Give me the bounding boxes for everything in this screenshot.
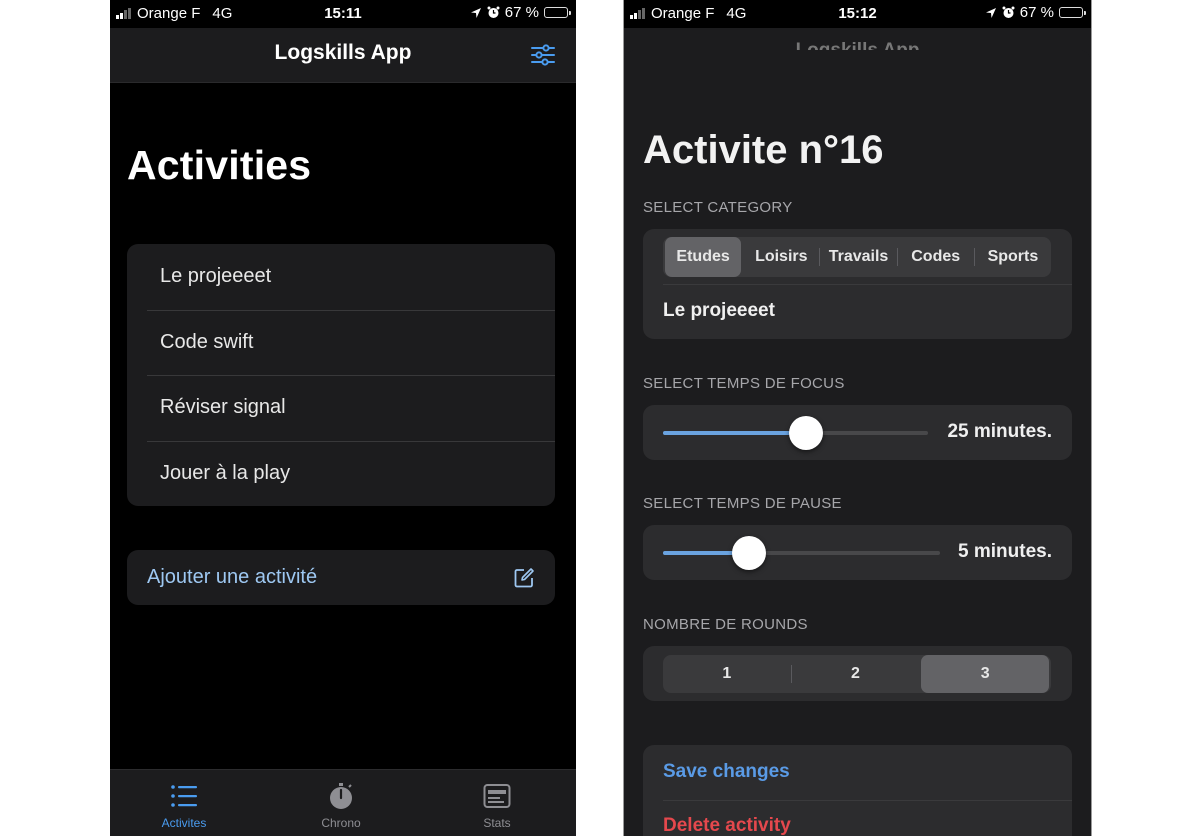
filter-sliders-icon[interactable] (530, 42, 556, 68)
battery-percent: 67 % (1019, 4, 1054, 21)
tab-label: Chrono (321, 816, 361, 830)
alarm-icon (1002, 6, 1015, 18)
pause-card: 5 minutes. (643, 525, 1072, 580)
activity-row[interactable]: Le projeeeet (127, 244, 555, 310)
activity-row[interactable]: Réviser signal (127, 375, 555, 441)
category-card: Etudes Loisirs Travails Codes Sports Le … (643, 229, 1072, 339)
activity-label: Code swift (160, 330, 254, 353)
edit-activity-screen: Orange F 4G 15:12 67 % Logskills App Act… (623, 0, 1092, 836)
category-segmented-control: Etudes Loisirs Travails Codes Sports (663, 237, 1051, 277)
tab-stats[interactable]: Stats (437, 770, 557, 836)
tab-label: Stats (483, 816, 511, 830)
focus-slider-fill (663, 431, 806, 435)
actions-card: Save changes Delete activity (643, 745, 1072, 836)
focus-card: 25 minutes. (643, 405, 1072, 460)
rounds-segmented-control: 1 2 3 (663, 655, 1051, 693)
alarm-icon (487, 6, 500, 18)
focus-slider[interactable] (663, 416, 928, 450)
activity-row[interactable]: Code swift (127, 309, 555, 376)
pause-slider[interactable] (663, 536, 940, 570)
location-icon (985, 7, 996, 18)
segment-loisirs[interactable]: Loisirs (743, 237, 819, 277)
segment-travails[interactable]: Travails (820, 237, 896, 277)
activity-name-field[interactable]: Le projeeeet (663, 300, 775, 322)
page-title: Activities (127, 142, 312, 188)
focus-value: 25 minutes. (947, 421, 1052, 442)
nav-title: Logskills App (274, 41, 412, 64)
tab-label: Activites (161, 816, 207, 830)
status-bar: Orange F 4G 15:12 67 % (624, 0, 1091, 28)
compose-icon (514, 567, 534, 587)
battery-icon (1059, 7, 1086, 18)
card-divider (663, 800, 1072, 801)
card-divider (663, 284, 1072, 285)
segment-round-1[interactable]: 1 (663, 655, 791, 693)
segment-codes[interactable]: Codes (898, 237, 974, 277)
activity-list: Le projeeeet Code swift Réviser signal J… (127, 244, 555, 506)
tab-bar: Activites Chrono Stats (110, 769, 576, 836)
focus-slider-knob[interactable] (789, 416, 823, 450)
battery-icon (544, 7, 571, 18)
segment-etudes[interactable]: Etudes (665, 237, 742, 277)
add-activity-button[interactable]: Ajouter une activité (127, 550, 555, 605)
activity-label: Réviser signal (160, 396, 286, 419)
activity-row[interactable]: Jouer à la play (127, 440, 555, 507)
pause-slider-knob[interactable] (732, 536, 766, 570)
tab-chrono[interactable]: Chrono (281, 770, 401, 836)
delete-activity-button[interactable]: Delete activity (663, 815, 791, 836)
list-icon (171, 785, 197, 807)
tab-activites[interactable]: Activites (124, 770, 244, 836)
save-changes-button[interactable]: Save changes (663, 761, 790, 783)
rounds-header: NOMBRE DE ROUNDS (643, 616, 808, 633)
segment-round-2[interactable]: 2 (792, 655, 920, 693)
sheet-title: Activite n°16 (643, 128, 884, 172)
segment-sports[interactable]: Sports (975, 237, 1051, 277)
rounds-card: 1 2 3 (643, 646, 1072, 701)
activity-label: Le projeeeet (160, 265, 272, 288)
segment-round-3[interactable]: 3 (921, 655, 1050, 693)
focus-header: SELECT TEMPS DE FOCUS (643, 375, 845, 392)
activities-screen: Orange F 4G 15:11 67 % Logskills App Act… (110, 0, 576, 836)
location-icon (470, 7, 481, 18)
pause-header: SELECT TEMPS DE PAUSE (643, 495, 842, 512)
add-activity-label: Ajouter une activité (147, 566, 318, 588)
category-header: SELECT CATEGORY (643, 199, 793, 216)
activity-label: Jouer à la play (160, 461, 291, 484)
pause-value: 5 minutes. (958, 541, 1052, 562)
status-bar: Orange F 4G 15:11 67 % (110, 0, 576, 28)
stopwatch-icon (330, 783, 352, 809)
nav-bar: Logskills App (110, 28, 576, 83)
edit-sheet: Activite n°16 SELECT CATEGORY Etudes Loi… (624, 50, 1091, 836)
stats-icon (483, 784, 511, 808)
battery-percent: 67 % (504, 4, 539, 21)
